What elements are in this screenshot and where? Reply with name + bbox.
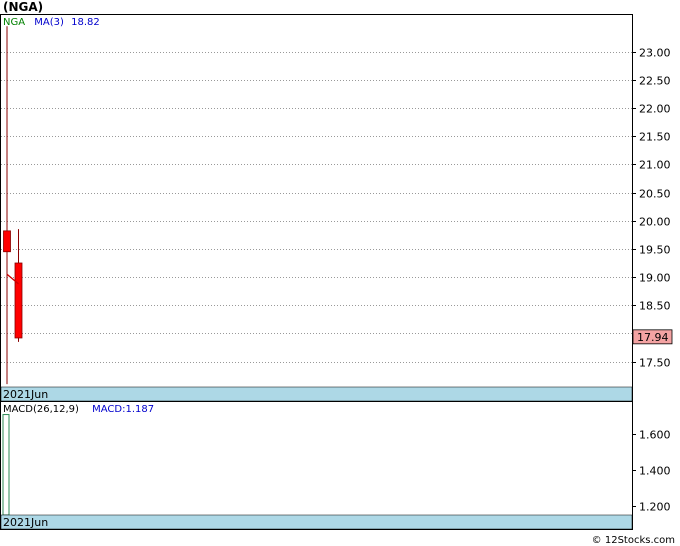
macd-panel: 1.600 1.400 1.200 2021Jun MACD(26,12,9) MA… — [0, 401, 671, 530]
last-price-label: 17.94 — [637, 331, 669, 344]
macd-date-band — [0, 514, 633, 530]
candle-body — [14, 262, 23, 339]
chart-title: (NGA) — [3, 0, 43, 14]
macd-value-label: MACD: — [92, 404, 125, 415]
price-tick-label: 19.00 — [639, 272, 671, 285]
price-tick-label: 23.00 — [639, 47, 671, 60]
price-tick-label: 18.50 — [639, 300, 671, 313]
footer-credit: © 12Stocks.com — [592, 535, 675, 546]
legend-ma-value: 18.82 — [71, 17, 100, 28]
legend-ma-label: MA(3) — [34, 17, 64, 28]
macd-date-label: 2021Jun — [3, 516, 48, 529]
price-tick-label: 21.00 — [639, 159, 671, 172]
macd-tick-label: 1.600 — [639, 429, 671, 442]
legend-symbol: NGA — [3, 17, 25, 28]
price-tick-label: 20.00 — [639, 216, 671, 229]
macd-bar — [2, 414, 10, 516]
macd-panel-frame — [0, 401, 633, 530]
price-tick-label: 21.50 — [639, 131, 671, 144]
price-tick-label: 20.50 — [639, 188, 671, 201]
price-panel-frame — [0, 14, 633, 402]
svg-text:NGA MA(3) 18.82: NGA MA(3) 18.82 — [3, 17, 100, 28]
svg-text:MACD(26,12,9) MACD:1.187: MACD(26,12,9) MACD:1.187 — [3, 404, 154, 415]
macd-axis: 1.600 1.400 1.200 — [632, 429, 671, 514]
stock-chart: (NGA) 23.00 22.50 22.00 21.50 21.00 20.50 20.0… — [0, 0, 675, 546]
macd-indicator-label: MACD(26,12,9) — [3, 404, 79, 415]
macd-tick-label: 1.200 — [639, 501, 671, 514]
macd-marks — [2, 414, 10, 516]
price-tick-label: 17.50 — [639, 357, 671, 370]
price-tick-label: 19.50 — [639, 244, 671, 257]
price-panel: 23.00 22.50 22.00 21.50 21.00 20.50 20.00 19.50… — [0, 14, 673, 402]
price-axis: 23.00 22.50 22.00 21.50 21.00 20.50 20.00 19.50… — [632, 47, 671, 370]
price-tick-label: 22.50 — [639, 75, 671, 88]
price-date-band — [0, 386, 633, 402]
candle-body — [3, 230, 11, 253]
price-tick-label: 22.00 — [639, 103, 671, 116]
macd-tick-label: 1.400 — [639, 465, 671, 478]
macd-value: 1.187 — [126, 404, 155, 415]
price-date-label: 2021Jun — [3, 388, 48, 401]
